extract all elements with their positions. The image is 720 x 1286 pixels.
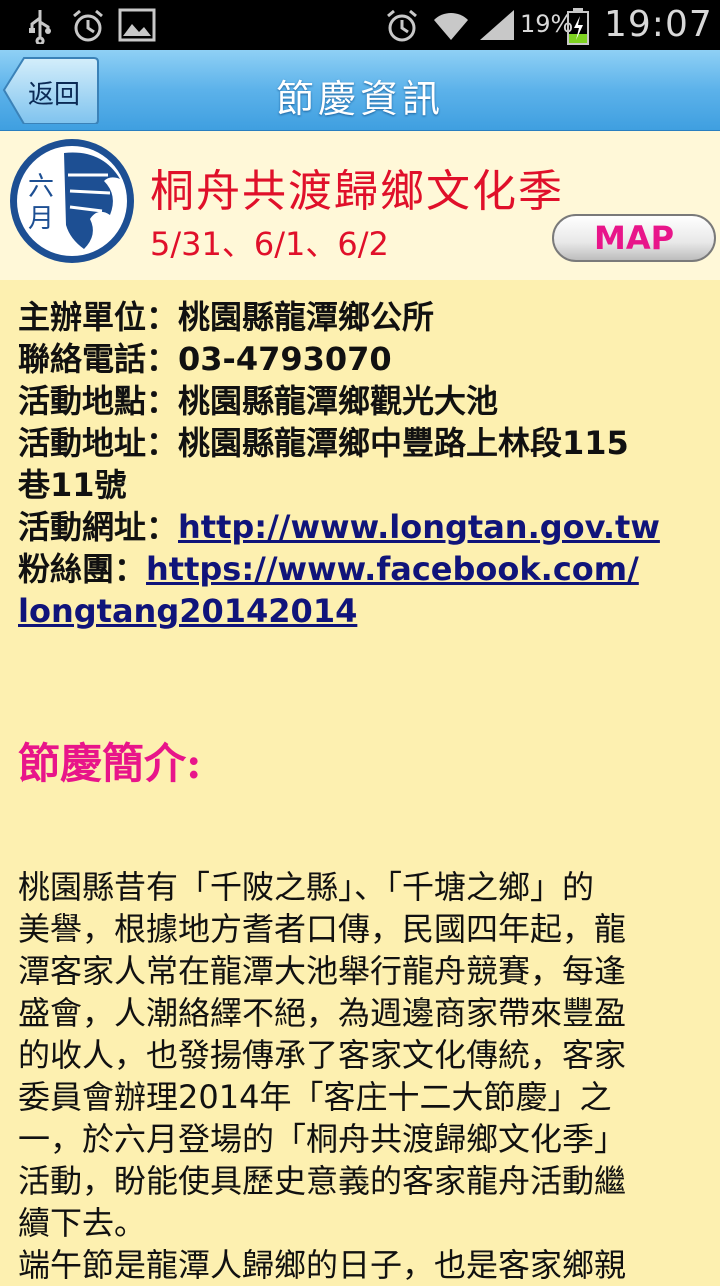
website-label: 活動網址： [18, 508, 179, 546]
signal-icon [480, 10, 514, 40]
wifi-icon [434, 12, 468, 40]
festival-dates: 5/31、6/1、6/2 [150, 225, 389, 263]
venue-line: 活動地點：桃園縣龍潭鄉觀光大池 [18, 382, 499, 420]
organizer-line: 主辦單位：桃園縣龍潭鄉公所 [18, 298, 435, 336]
intro-line: 的收人，也發揚傳承了客家文化傳統，客家 [18, 1036, 627, 1074]
intro-line: 潭客家人常在龍潭大池舉行龍舟競賽，每逢 [18, 952, 627, 990]
address-line: 活動地址：桃園縣龍潭鄉中豐路上林段115 [18, 424, 629, 462]
website-line: 活動網址：http://www.longtan.gov.tw [18, 506, 708, 548]
page-title: 節慶資訊 [275, 77, 444, 121]
intro-line: 活動，盼能使具歷史意義的客家龍舟活動繼 [18, 1162, 627, 1200]
usb-icon [29, 10, 51, 44]
fanpage-link-continued[interactable]: longtang20142014 [18, 592, 357, 630]
intro-body: 桃園縣昔有「千陂之縣」、「千塘之鄉」的 美譽，根據地方耆者口傳，民國四年起，龍 … [18, 866, 708, 1286]
month-badge-char1: 六 [28, 172, 54, 202]
intro-line: 美譽，根據地方耆者口傳，民國四年起，龍 [18, 910, 627, 948]
address-line-continued: 巷11號 [18, 466, 127, 504]
festival-name: 桐舟共渡歸鄉文化季 [150, 166, 564, 217]
fanpage-line: 粉絲團：https://www.facebook.com/ [18, 548, 708, 590]
intro-line: 桃園縣昔有「千陂之縣」、「千塘之鄉」的 [18, 868, 595, 906]
festival-banner: 六 月 桐舟共渡歸鄉文化季 5/31、6/1、6/2 MAP [0, 131, 720, 280]
intro-line: 續下去。 [18, 1204, 147, 1242]
festival-info: 主辦單位：桃園縣龍潭鄉公所 聯絡電話：03-4793070 活動地點：桃園縣龍潭… [18, 296, 708, 632]
month-badge-char2: 月 [28, 204, 54, 234]
fanpage-line-continued: longtang20142014 [18, 590, 708, 632]
map-button[interactable]: MAP [552, 214, 716, 262]
title-bar: 返回 節慶資訊 [0, 50, 720, 131]
dragon-month-logo: 六 月 [10, 139, 134, 263]
intro-line: 一，於六月登場的「桐舟共渡歸鄉文化季」 [18, 1120, 627, 1158]
battery-charging-icon [567, 8, 589, 45]
website-link[interactable]: http://www.longtan.gov.tw [178, 508, 660, 546]
intro-heading: 節慶簡介: [18, 739, 202, 788]
alarm-icon [73, 9, 103, 42]
phone-line: 聯絡電話：03-4793070 [18, 340, 392, 378]
intro-line: 委員會辦理2014年「客庄十二大節慶」之 [18, 1078, 612, 1116]
alarm-icon [387, 9, 417, 42]
status-bar: 19% 19:07 [0, 0, 720, 50]
intro-line: 盛會，人潮絡繹不絕，為週邊商家帶來豐盈 [18, 994, 627, 1032]
image-icon [118, 8, 156, 42]
fanpage-label: 粉絲團： [18, 550, 147, 588]
fanpage-link[interactable]: https://www.facebook.com/ [146, 550, 639, 588]
clock: 19:07 [604, 4, 713, 45]
map-button-label: MAP [593, 219, 675, 257]
